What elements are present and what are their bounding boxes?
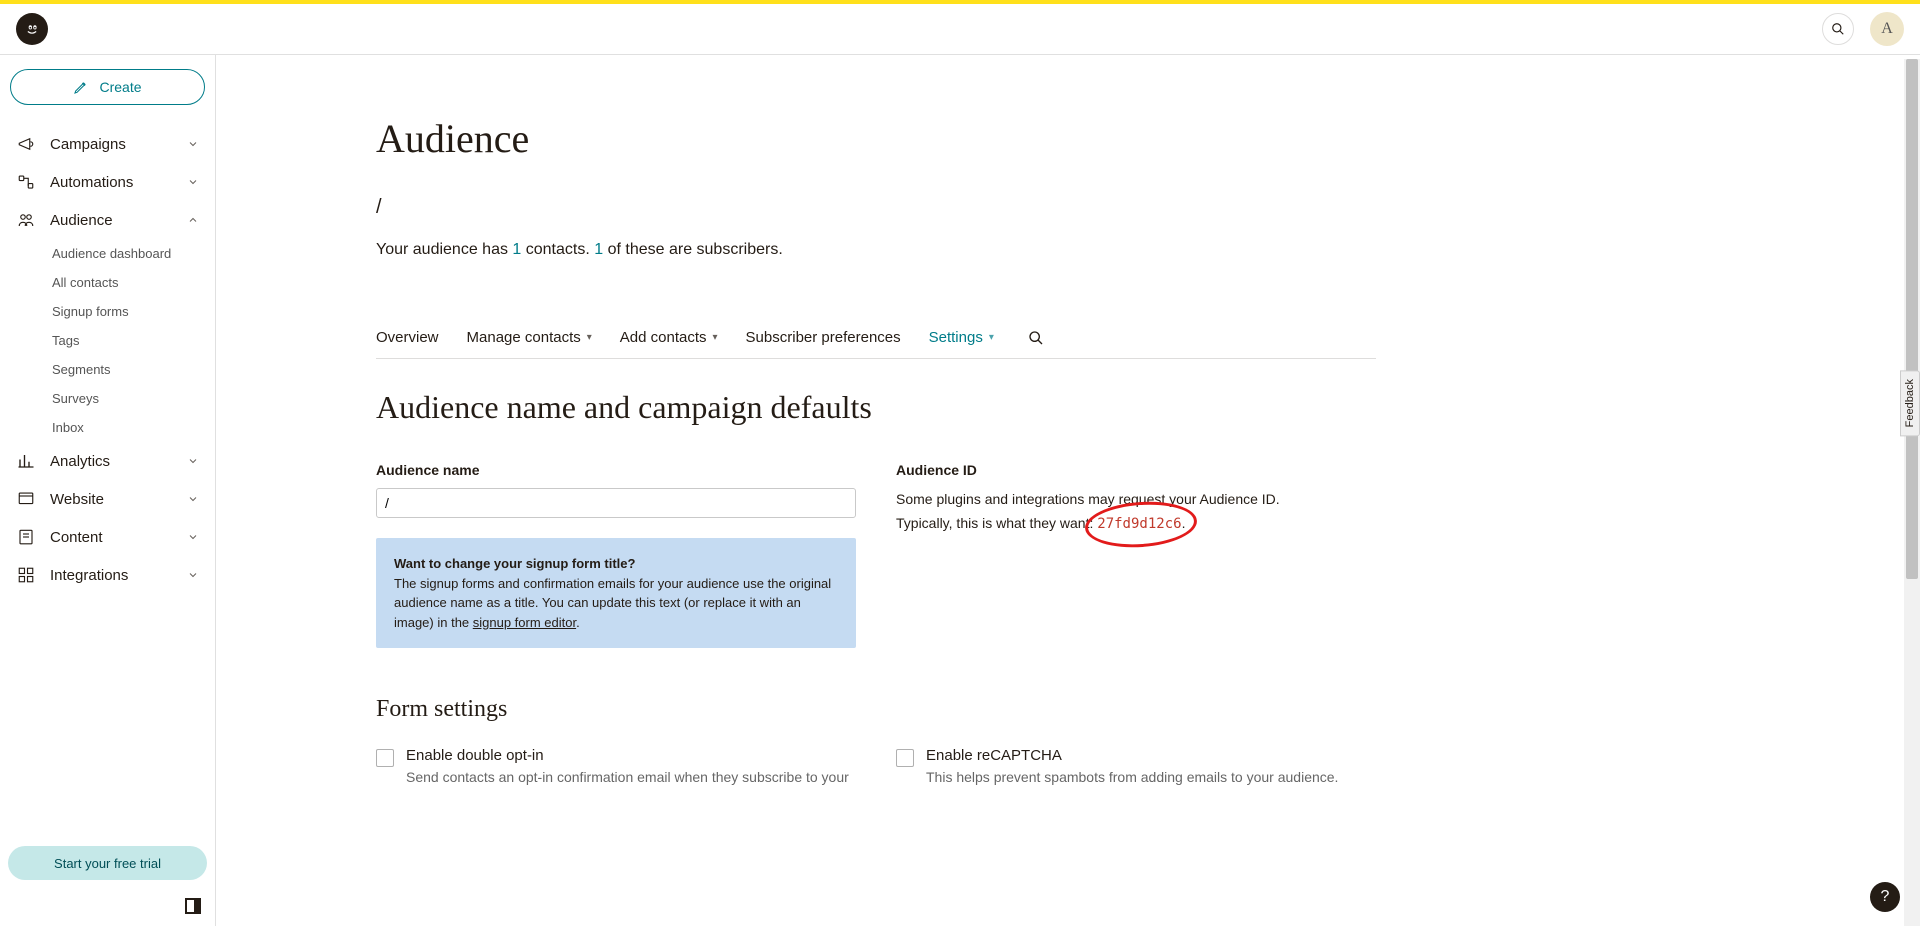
search-icon — [1831, 22, 1845, 36]
subnav-audience-dashboard[interactable]: Audience dashboard — [52, 239, 207, 268]
contacts-summary: Your audience has 1 contacts. 1 of these… — [376, 241, 1376, 259]
subscriber-count[interactable]: 1 — [594, 241, 603, 258]
section-title: Audience name and campaign defaults — [376, 389, 1376, 426]
sidebar-item-website[interactable]: Website — [8, 480, 207, 518]
pencil-icon — [73, 79, 89, 95]
sidebar-item-analytics[interactable]: Analytics — [8, 442, 207, 480]
audience-subnav: Audience dashboard All contacts Signup f… — [8, 239, 207, 442]
chevron-up-icon — [187, 214, 199, 226]
signup-form-editor-link[interactable]: signup form editor — [473, 615, 576, 630]
contact-count[interactable]: 1 — [512, 241, 521, 258]
feedback-tab[interactable]: Feedback — [1900, 370, 1920, 436]
global-search-button[interactable] — [1822, 13, 1854, 45]
subnav-tags[interactable]: Tags — [52, 326, 207, 355]
info-box-body: The signup forms and confirmation emails… — [394, 576, 831, 630]
audience-subtitle: / — [376, 196, 1376, 219]
audience-id-label: Audience ID — [896, 462, 1376, 478]
recaptcha-desc: This helps prevent spambots from adding … — [926, 768, 1338, 788]
sidebar-item-automations[interactable]: Automations — [8, 163, 207, 201]
subnav-inbox[interactable]: Inbox — [52, 413, 207, 442]
sidebar-item-integrations[interactable]: Integrations — [8, 556, 207, 594]
automation-icon — [16, 173, 36, 191]
tabs-bar: Overview Manage contacts ▾ Add contacts … — [376, 329, 1376, 359]
double-optin-label: Enable double opt-in — [406, 747, 849, 764]
main-content: Audience / Your audience has 1 contacts.… — [216, 55, 1920, 926]
scrollbar-thumb[interactable] — [1906, 59, 1918, 579]
tab-settings[interactable]: Settings ▾ — [929, 329, 994, 346]
megaphone-icon — [16, 135, 36, 153]
chevron-down-icon: ▾ — [713, 332, 718, 343]
freddie-icon — [22, 19, 42, 39]
avatar[interactable]: A — [1870, 12, 1904, 46]
subnav-surveys[interactable]: Surveys — [52, 384, 207, 413]
sidebar: Create Campaigns Automations Audie — [0, 55, 216, 926]
recaptcha-checkbox[interactable] — [896, 749, 914, 767]
subnav-signup-forms[interactable]: Signup forms — [52, 297, 207, 326]
scrollbar-track[interactable] — [1904, 59, 1920, 926]
topbar: A — [0, 4, 1920, 55]
sidebar-item-content[interactable]: Content — [8, 518, 207, 556]
create-label: Create — [99, 79, 141, 95]
analytics-icon — [16, 452, 36, 470]
chevron-down-icon — [187, 531, 199, 543]
integrations-icon — [16, 566, 36, 584]
signup-info-box: Want to change your signup form title? T… — [376, 538, 856, 648]
chevron-down-icon: ▾ — [587, 332, 592, 343]
search-icon — [1028, 330, 1044, 346]
tab-search-button[interactable] — [1028, 330, 1044, 346]
chevron-down-icon — [187, 493, 199, 505]
help-button[interactable]: ? — [1870, 882, 1900, 912]
page-title: Audience — [376, 115, 1376, 162]
audience-id-value: 27fd9d12c6 — [1097, 516, 1181, 532]
audience-name-label: Audience name — [376, 462, 856, 478]
avatar-initial: A — [1881, 20, 1893, 38]
website-icon — [16, 490, 36, 508]
tab-add-contacts[interactable]: Add contacts ▾ — [620, 329, 718, 346]
chevron-down-icon — [187, 176, 199, 188]
subnav-segments[interactable]: Segments — [52, 355, 207, 384]
chevron-down-icon — [187, 569, 199, 581]
audience-id-help: Some plugins and integrations may reques… — [896, 488, 1376, 537]
form-settings-title: Form settings — [376, 696, 1376, 723]
double-optin-checkbox[interactable] — [376, 749, 394, 767]
audience-name-input[interactable] — [376, 488, 856, 518]
recaptcha-label: Enable reCAPTCHA — [926, 747, 1338, 764]
chevron-down-icon — [187, 455, 199, 467]
subnav-all-contacts[interactable]: All contacts — [52, 268, 207, 297]
content-icon — [16, 528, 36, 546]
info-box-title: Want to change your signup form title? — [394, 556, 635, 571]
tab-overview[interactable]: Overview — [376, 329, 439, 346]
tab-manage-contacts[interactable]: Manage contacts ▾ — [467, 329, 592, 346]
chevron-down-icon — [187, 138, 199, 150]
mailchimp-logo[interactable] — [16, 13, 48, 45]
sidebar-item-campaigns[interactable]: Campaigns — [8, 125, 207, 163]
sidebar-item-audience[interactable]: Audience — [8, 201, 207, 239]
double-optin-desc: Send contacts an opt-in confirmation ema… — [406, 768, 849, 788]
start-trial-button[interactable]: Start your free trial — [8, 846, 207, 880]
help-icon: ? — [1881, 888, 1890, 906]
chevron-down-icon: ▾ — [989, 332, 994, 343]
audience-icon — [16, 211, 36, 229]
tab-subscriber-preferences[interactable]: Subscriber preferences — [746, 329, 901, 346]
collapse-sidebar-icon[interactable] — [185, 898, 201, 914]
create-button[interactable]: Create — [10, 69, 205, 105]
